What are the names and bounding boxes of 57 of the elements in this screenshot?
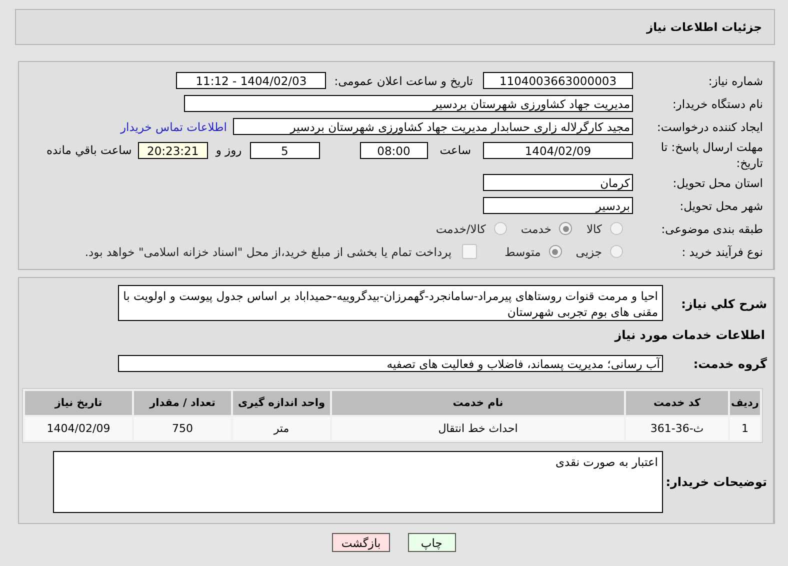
field-label: ساعت باقي مانده xyxy=(46,143,132,157)
checkbox-label: پرداخت تمام یا بخشی از مبلغ خرید،از محل "اسناد خزانه اسلامی" خواهد بود. xyxy=(84,244,452,259)
radio-button[interactable] xyxy=(548,245,562,258)
radio-button[interactable] xyxy=(610,245,623,258)
field-label: شماره نیاز: xyxy=(707,74,764,88)
radio-label: کالا/خدمت xyxy=(436,222,486,236)
radio-button[interactable] xyxy=(610,222,623,236)
table-cell: احداث خط انتقال xyxy=(332,417,624,440)
column-header: واحد اندازه گیری xyxy=(233,391,330,416)
field-label: تاریخ و ساعت اعلان عمومی: xyxy=(334,74,473,88)
radio-label: خدمت xyxy=(520,222,552,236)
column-header: نام خدمت xyxy=(332,391,624,416)
creator-field: مجید کارگرلاله زاری حسابدار مدیریت جهاد کشاورزی شهرستان بردسیر xyxy=(233,118,633,135)
radio-button[interactable] xyxy=(494,222,507,236)
province-field: کرمان xyxy=(483,174,633,192)
table-cell: متر xyxy=(233,417,330,440)
print-button[interactable]: چاپ xyxy=(408,533,456,552)
days-field: 5 xyxy=(250,142,320,159)
table-cell: 1 xyxy=(730,417,760,440)
page-title: جزئیات اطلاعات نیاز xyxy=(646,20,762,34)
column-header: ردیف xyxy=(730,391,760,416)
buyer-org-field: مدیریت جهاد کشاورزی شهرستان بردسیر xyxy=(184,95,633,112)
field-label: ساعت xyxy=(440,143,471,157)
column-header: تاریخ نیاز xyxy=(25,391,132,416)
field-label: توضیحات خریدار: xyxy=(664,475,768,490)
field-label: نام دستگاه خریدار: xyxy=(671,96,764,110)
field-label: گروه خدمت: xyxy=(692,356,768,371)
field-label: مهلت ارسال پاسخ: تا تاریخ: xyxy=(660,140,764,172)
service-group-field: آب رسانی؛ مدیریت پسماند، فاضلاب و فعالیت های تصفیه xyxy=(118,355,663,372)
city-field: بردسیر xyxy=(483,197,633,214)
back-button[interactable]: بازگشت xyxy=(332,533,390,552)
field-label: روز و xyxy=(216,143,242,157)
section-heading: اطلاعات خدمات مورد نیاز xyxy=(613,328,766,342)
radio-label: جزیی xyxy=(576,244,602,259)
buyer-notes-textarea[interactable]: اعتبار به صورت نقدی xyxy=(53,451,663,514)
column-header: تعداد / مقدار xyxy=(134,391,231,416)
table-cell: 1404/02/09 xyxy=(25,417,132,440)
announce-date-field: 1404/02/03 - 11:12 xyxy=(176,72,326,89)
field-label: طبقه بندی موضوعی: xyxy=(660,222,764,236)
need-number-field: 1104003663000003 xyxy=(483,72,633,89)
field-label: شهر محل تحویل: xyxy=(678,198,764,213)
radio-label: متوسط xyxy=(504,244,541,259)
field-label: ایجاد کننده درخواست: xyxy=(656,120,764,134)
deadline-time-field: 08:00 xyxy=(360,142,428,159)
remaining-time-field: 20:23:21 xyxy=(138,142,208,159)
deadline-date-field: 1404/02/09 xyxy=(483,142,633,159)
checkbox[interactable] xyxy=(462,244,477,260)
field-label: استان محل تحویل: xyxy=(672,176,764,190)
table-cell: 750 xyxy=(134,417,231,440)
description-textarea[interactable]: احیا و مرمت قنوات روستاهای پیرمراد-سامانجرد-گهمرزان-بیدگروییه-حمیداباد بر اساس جدول پیوست و اولویت با مقنی های بوم تجربی شهرستان xyxy=(118,285,663,322)
table-cell: ث-36-361 xyxy=(626,417,728,440)
radio-button[interactable] xyxy=(559,222,572,236)
field-label: نوع فرآیند خرید : xyxy=(680,244,764,259)
buyer-contact-link[interactable]: اطلاعات تماس خریدار xyxy=(120,120,227,134)
field-label: شرح کلي نياز: xyxy=(680,296,768,312)
column-header: کد خدمت xyxy=(626,391,728,416)
radio-label: کالا xyxy=(586,222,602,236)
